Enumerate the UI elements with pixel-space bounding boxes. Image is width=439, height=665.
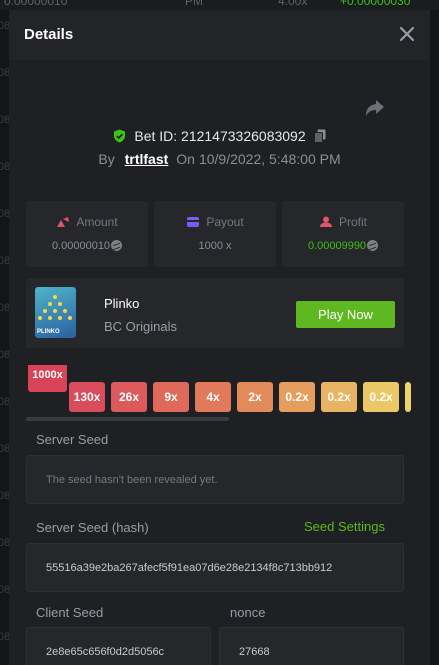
server-seed-hash-field[interactable]: 55516a39e2ba267afecf5f91ea07d6e28e2134f8… (26, 543, 404, 592)
background-payout: 4.00x (278, 0, 308, 8)
profit-value-text: 0.00009990 (307, 240, 367, 252)
multiplier-cell: 4x (195, 382, 231, 412)
profit-value: 0.00009990 (282, 240, 404, 252)
bet-id-line: Bet ID: 2121473326083092 (9, 127, 430, 144)
background-edge-text: 08 (0, 114, 9, 126)
bet-id: Bet ID: 2121473326083092 (134, 128, 306, 145)
server-seed-value: The seed hasn't been revealed yet. (46, 474, 218, 486)
background-bet-row: 0.00000010 PM 4.00x +0.00000030 (0, 0, 439, 10)
background-edge-text: 08 (0, 255, 9, 267)
profit-label-text: Profit (338, 215, 367, 229)
server-seed-hash-value: 55516a39e2ba267afecf5f91ea07d6e28e2134f8… (46, 562, 333, 574)
seed-settings-link[interactable]: Seed Settings (304, 519, 385, 534)
profit-stat: Profit 0.00009990 (282, 201, 404, 267)
multiplier-cell: 1000x (28, 365, 67, 392)
background-edge-text: 08 (0, 20, 9, 32)
nonce-field[interactable]: 27668 (219, 627, 404, 665)
server-seed-label: Server Seed (36, 432, 109, 447)
multiplier-cell: 2x (237, 382, 273, 412)
plinko-thumbnail: PLINKO (35, 287, 76, 338)
nonce-value: 27668 (239, 646, 270, 658)
multiplier-cell-partial (405, 382, 411, 412)
payout-value: 1000 x (198, 240, 232, 252)
multiplier-row: 1000x 130x 26x 9x 4x 2x 0.2x 0.2x 0.2x (26, 365, 430, 420)
copy-icon[interactable] (313, 129, 326, 144)
profit-stat-label: Profit (282, 215, 404, 229)
background-edge-text: 08 (0, 208, 9, 220)
wallet-icon (187, 217, 200, 227)
background-edge-text: 08 (0, 67, 9, 79)
share-icon[interactable] (364, 98, 386, 118)
server-seed-field: The seed hasn't been revealed yet. (26, 455, 404, 504)
by-label: By (98, 151, 115, 167)
background-profit: +0.00000030 (340, 0, 411, 8)
background-edge-text: 08 (0, 443, 9, 455)
payout-label-text: Payout (206, 215, 244, 229)
background-edge-text: 08 (0, 161, 9, 173)
client-seed-label: Client Seed (36, 605, 104, 620)
multiplier-scrollbar[interactable] (26, 417, 229, 421)
background-edge-text: 08 (0, 349, 9, 361)
amount-value: 0.00000010 (26, 240, 148, 252)
profit-user-icon (319, 216, 332, 227)
payout-stat: Payout 1000 x (154, 201, 276, 267)
thumbnail-title: PLINKO (37, 329, 60, 335)
multiplier-cell: 0.2x (363, 382, 399, 412)
currency-coin-icon (111, 240, 123, 251)
bet-author-line: By trtlfast On 10/9/2022, 5:48:00 PM (9, 151, 430, 167)
amount-stat: Amount 0.00000010 (26, 201, 148, 267)
background-right-edge (430, 10, 439, 665)
background-time: PM (185, 0, 203, 8)
modal-header: Details (9, 10, 430, 60)
background-edge-text: 08 (0, 631, 9, 643)
close-icon[interactable] (398, 25, 416, 43)
bet-datetime: 10/9/2022, 5:48:00 PM (198, 151, 341, 167)
payout-stat-label: Payout (154, 215, 276, 229)
game-provider: BC Originals (104, 319, 177, 334)
background-amount: 0.00000010 (4, 0, 68, 8)
client-seed-value: 2e8e65c656f0d2d5056c (46, 646, 165, 658)
multiplier-cell: 26x (111, 382, 147, 412)
multiplier-cell: 0.2x (279, 382, 315, 412)
play-now-button[interactable]: Play Now (296, 301, 395, 328)
on-label: On (176, 151, 195, 167)
verified-shield-icon (114, 129, 126, 143)
modal-title: Details (24, 26, 74, 43)
background-left-edge: 08 08 08 08 08 08 08 08 08 08 08 08 08 0… (0, 10, 9, 665)
multiplier-cell: 0.2x (321, 382, 357, 412)
client-seed-field[interactable]: 2e8e65c656f0d2d5056c (26, 627, 211, 665)
bet-details-modal: Details Bet ID: 2121473326083092 By trtlf… (9, 10, 430, 665)
background-edge-text: 08 (0, 537, 9, 549)
game-card: PLINKO Plinko BC Originals Play Now (26, 278, 404, 348)
currency-coin-icon (367, 240, 379, 251)
multiplier-cell: 9x (153, 382, 189, 412)
background-edge-text: 08 (0, 584, 9, 596)
amount-stat-label: Amount (26, 215, 148, 229)
server-seed-hash-label: Server Seed (hash) (36, 520, 149, 535)
amount-value-text: 0.00000010 (51, 240, 111, 252)
background-edge-text: 08 (0, 396, 9, 408)
multiplier-cell: 130x (69, 382, 105, 412)
background-edge-text: 08 (0, 302, 9, 314)
amount-label-text: Amount (76, 215, 118, 229)
background-edge-text: 08 (0, 490, 9, 502)
coin-bag-icon (57, 217, 70, 227)
nonce-label: nonce (230, 605, 266, 620)
username-link[interactable]: trtlfast (125, 151, 169, 167)
game-name: Plinko (104, 296, 140, 311)
